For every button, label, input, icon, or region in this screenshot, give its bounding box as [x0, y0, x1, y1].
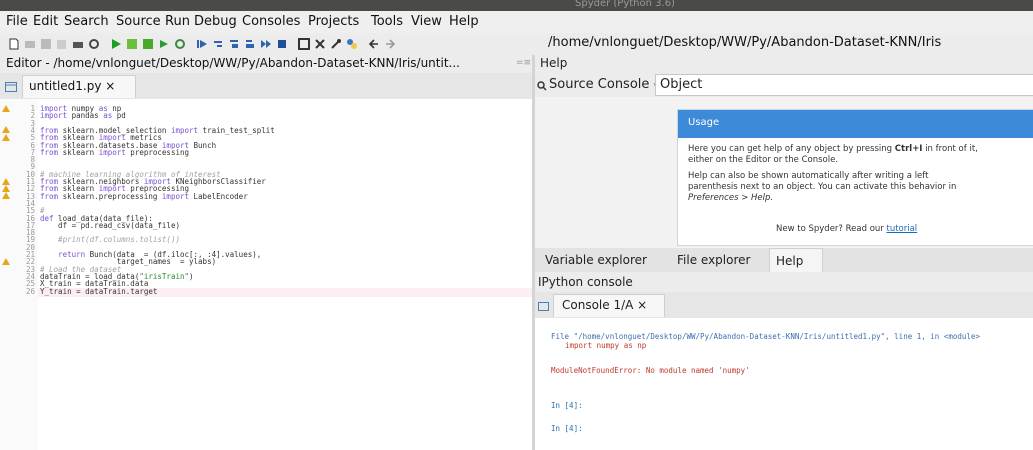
- menu-tools[interactable]: Tools: [371, 14, 403, 29]
- line-number: 26: [25, 286, 35, 296]
- usage-box: Usage Here you can get help of any objec…: [677, 109, 1033, 246]
- traceback-file-line: File "/home/vnlonguet/Desktop/WW/Py/Aban…: [551, 332, 980, 341]
- tab-console-label: Console 1/A ×: [562, 298, 648, 312]
- code-line: df = pd.read_csv(data_file): [40, 220, 180, 230]
- save-icon[interactable]: [40, 38, 52, 50]
- print-icon[interactable]: [72, 38, 84, 50]
- editor-tab-bar: untitled1.py ×: [0, 73, 532, 100]
- step-return-icon[interactable]: [244, 38, 256, 50]
- error-message: ModuleNotFoundError: No module named 'nu…: [551, 366, 750, 375]
- code-line: import pandas as pd: [40, 111, 126, 121]
- browse-tabs-icon[interactable]: [5, 82, 17, 92]
- console-tab-bar: Console 1/A ×: [535, 292, 1033, 319]
- menu-debug[interactable]: Debug: [194, 14, 237, 29]
- new-file-icon[interactable]: [8, 38, 20, 50]
- usage-text: Preferences > Help.: [688, 193, 774, 203]
- menu-projects[interactable]: Projects: [308, 14, 359, 29]
- object-input[interactable]: Object: [655, 74, 1033, 96]
- tab-file-explorer[interactable]: File explorer: [677, 253, 750, 267]
- tutorial-link[interactable]: tutorial: [886, 224, 917, 234]
- tab-untitled1[interactable]: untitled1.py ×: [22, 75, 136, 98]
- menu-bar: File Edit Search Source Run Debug Consol…: [0, 11, 1033, 33]
- save-all-icon[interactable]: [56, 38, 68, 50]
- usage-text: Help can also be shown automatically aft…: [688, 171, 929, 181]
- stop-debug-icon[interactable]: [276, 38, 288, 50]
- tab-console-1a[interactable]: Console 1/A ×: [553, 294, 665, 317]
- usage-text: in front of it,: [925, 144, 978, 154]
- console-prompt: In [4]:: [551, 424, 583, 433]
- run-selection-icon[interactable]: [158, 38, 170, 50]
- new-to-spyder-line: New to Spyder? Read our tutorial: [776, 224, 917, 234]
- code-line: Y_train = dataTrain.target: [40, 286, 158, 296]
- code-line: #print(df.columns.tolist()): [40, 235, 180, 245]
- step-into-icon[interactable]: [228, 38, 240, 50]
- source-select-value: Source Console: [549, 77, 650, 92]
- traceback-code-line: import numpy as np: [565, 341, 647, 350]
- console-pane-title: IPython console: [538, 275, 633, 289]
- run-cell-icon[interactable]: [126, 38, 138, 50]
- usage-text: Here you can get help of any object by p…: [688, 144, 893, 154]
- console-pane-header: IPython console: [535, 272, 1033, 292]
- usage-paragraph-2: Help can also be shown automatically aft…: [688, 171, 1033, 204]
- back-arrow-icon[interactable]: [368, 38, 380, 50]
- working-directory-path[interactable]: /home/vnlonguet/Desktop/WW/Py/Abandon-Da…: [548, 35, 941, 50]
- rerun-icon[interactable]: [174, 38, 186, 50]
- search-icon[interactable]: [537, 81, 547, 91]
- editor-pane-header: Editor - /home/vnlonguet/Desktop/WW/Py/A…: [0, 55, 532, 73]
- usage-text: either on the Editor or the Console.: [688, 155, 839, 165]
- panel-tab-bar: Variable explorer File explorer Help: [535, 248, 1033, 273]
- pane-options-icon[interactable]: =≡: [516, 58, 531, 68]
- continue-icon[interactable]: [260, 38, 272, 50]
- tab-variable-explorer[interactable]: Variable explorer: [545, 253, 647, 267]
- menu-run[interactable]: Run: [165, 14, 190, 29]
- usage-text: New to Spyder? Read our: [776, 224, 884, 234]
- console-prompt: In [4]:: [551, 401, 583, 410]
- browse-tabs-icon[interactable]: [538, 302, 549, 311]
- tools-wrench-icon[interactable]: [330, 38, 342, 50]
- code-line: from sklearn import preprocessing: [40, 147, 190, 157]
- help-content-area: Usage Here you can get help of any objec…: [535, 97, 1033, 248]
- run-icon[interactable]: [110, 38, 122, 50]
- preferences-icon[interactable]: [88, 38, 100, 50]
- window-title: Spyder (Python 3.6): [575, 0, 675, 9]
- menu-source[interactable]: Source: [116, 14, 161, 29]
- editor-pane-title: Editor - /home/vnlonguet/Desktop/WW/Py/A…: [6, 56, 460, 70]
- right-panel: Source Console ▾ Object Usage Here you c…: [535, 73, 1033, 450]
- menu-edit[interactable]: Edit: [33, 14, 58, 29]
- usage-text: parenthesis next to an object. You can a…: [688, 182, 957, 192]
- close-pane-icon[interactable]: [314, 38, 326, 50]
- forward-arrow-icon[interactable]: [384, 38, 396, 50]
- menu-view[interactable]: View: [411, 14, 442, 29]
- help-pane-title: Help: [540, 56, 568, 70]
- debug-icon[interactable]: [196, 38, 208, 50]
- menu-help[interactable]: Help: [449, 14, 479, 29]
- python-path-icon[interactable]: [346, 38, 358, 50]
- ipython-console[interactable]: File "/home/vnlonguet/Desktop/WW/Py/Aban…: [535, 318, 1033, 450]
- object-label: Object: [660, 77, 703, 92]
- run-cell-advance-icon[interactable]: [142, 38, 154, 50]
- code-editor[interactable]: 1 import numpy as np 2 import pandas as pd 3…: [0, 99, 532, 450]
- usage-title: Usage: [688, 117, 720, 128]
- code-line: from sklearn.preprocessing import LabelE…: [40, 191, 248, 201]
- tab-help[interactable]: Help: [769, 248, 823, 273]
- title-bar: Spyder (Python 3.6): [0, 0, 1033, 11]
- usage-header: Usage: [678, 110, 1033, 138]
- tab-untitled1-label: untitled1.py ×: [29, 79, 116, 93]
- open-file-icon[interactable]: [24, 38, 36, 50]
- step-icon[interactable]: [212, 38, 224, 50]
- shortcut-key: Ctrl+I: [894, 144, 923, 154]
- menu-consoles[interactable]: Consoles: [242, 14, 300, 29]
- toolbar: /home/vnlonguet/Desktop/WW/Py/Abandon-Da…: [0, 33, 1033, 55]
- maximize-pane-icon[interactable]: [298, 38, 310, 50]
- menu-file[interactable]: File: [6, 14, 28, 29]
- usage-paragraph-1: Here you can get help of any object by p…: [688, 144, 1033, 166]
- help-source-bar: Source Console ▾ Object: [535, 73, 1033, 97]
- menu-search[interactable]: Search: [64, 14, 109, 29]
- source-select[interactable]: Source Console ▾: [549, 77, 658, 92]
